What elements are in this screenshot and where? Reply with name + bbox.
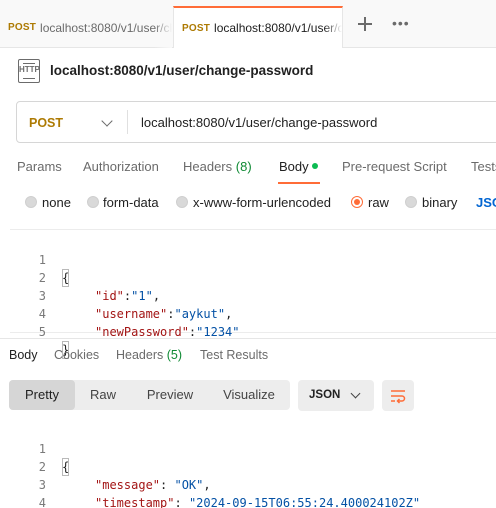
tab-authorization[interactable]: Authorization [83, 159, 159, 174]
radio-binary-label[interactable]: binary [422, 195, 457, 210]
request-tab-1[interactable]: POST localhost:8080/v1/user/change-passw… [0, 7, 172, 48]
radio-form-data[interactable] [87, 196, 99, 208]
json-value: "1234" [196, 325, 240, 339]
json-key: "timestamp" [95, 496, 175, 508]
url-input[interactable]: localhost:8080/v1/user/change-password [141, 115, 377, 130]
response-tabs: Body Cookies Headers (5) Test Results [0, 345, 496, 367]
request-tabs: Params Authorization Headers (8) Body Pr… [0, 154, 496, 184]
tab-pre-request-script[interactable]: Pre-request Script [342, 159, 447, 174]
chevron-down-icon [350, 388, 361, 399]
wrap-lines-button[interactable] [382, 380, 414, 411]
wrap-lines-icon [391, 390, 406, 404]
radio-form-data-label[interactable]: form-data [103, 195, 159, 210]
response-tab-test-results[interactable]: Test Results [200, 348, 268, 362]
tab-params[interactable]: Params [17, 159, 62, 174]
raw-format-dropdown[interactable]: JSON [476, 195, 496, 210]
code-line: 5 } [10, 305, 496, 359]
code-line: 2 "id":"1", [10, 251, 496, 303]
headers-count: (8) [235, 159, 252, 174]
request-body-editor[interactable]: 1 { 2 "id":"1", 3 "username":"aykut", 4 … [10, 229, 496, 359]
radio-raw[interactable] [351, 196, 363, 208]
http-file-icon: HTTP [18, 59, 40, 83]
green-dot-icon [311, 162, 318, 169]
ellipsis-icon[interactable]: ••• [392, 16, 410, 30]
code-line: 1 { [10, 422, 496, 476]
json-value: "2024-09-15T06:55:24.400024102Z" [188, 496, 421, 508]
line-number: 4 [38, 496, 46, 508]
view-visualize[interactable]: Visualize [209, 380, 289, 410]
view-mode-toggle: Pretty Raw Preview Visualize [9, 380, 290, 410]
view-preview[interactable]: Preview [133, 380, 207, 410]
json-key: "newPassword" [95, 325, 189, 339]
body-type-options: none form-data x-www-form-urlencoded raw… [0, 193, 496, 213]
code-line: 3 "timestamp": "2024-09-15T06:55:24.4000… [10, 458, 496, 508]
response-tab-cookies[interactable]: Cookies [54, 348, 99, 362]
code-line: 1 { [10, 233, 496, 287]
view-raw[interactable]: Raw [75, 380, 131, 410]
view-pretty[interactable]: Pretty [9, 380, 75, 410]
response-tab-body[interactable]: Body [9, 348, 38, 362]
tab-body[interactable]: Body [279, 159, 318, 174]
tab-method: POST [182, 22, 211, 34]
radio-none-label[interactable]: none [42, 195, 71, 210]
plus-icon[interactable] [355, 14, 375, 34]
code-line: 2 "message": "OK", [10, 440, 496, 492]
radio-none[interactable] [25, 196, 37, 208]
radio-urlencoded[interactable] [176, 196, 188, 208]
tab-headers[interactable]: Headers (8) [183, 159, 252, 174]
tab-url: localhost:8080/v1/user/change-password [40, 20, 172, 35]
radio-binary[interactable] [405, 196, 417, 208]
pane-divider[interactable] [0, 338, 496, 339]
response-body-viewer[interactable]: 1 { 2 "message": "OK", 3 "timestamp": "2… [10, 420, 496, 508]
method-select[interactable]: POST [29, 116, 63, 130]
chevron-down-icon[interactable] [101, 115, 113, 127]
url-bar: POST localhost:8080/v1/user/change-passw… [16, 101, 496, 143]
code-line: 4 "newPassword":"1234" [10, 287, 496, 339]
tab-tests[interactable]: Tests [471, 159, 496, 174]
active-tab-indicator [278, 182, 320, 184]
radio-raw-label[interactable]: raw [368, 195, 389, 210]
code-line: 3 "username":"aykut", [10, 269, 496, 321]
code-line: 4 } [10, 476, 496, 508]
response-tab-headers[interactable]: Headers (5) [116, 348, 182, 362]
tab-method: POST [8, 22, 37, 33]
tab-strip: POST localhost:8080/v1/user/change-passw… [0, 0, 496, 48]
response-format-label: JSON [309, 389, 341, 401]
response-headers-count: (5) [166, 348, 183, 362]
radio-urlencoded-label[interactable]: x-www-form-urlencoded [193, 195, 331, 210]
request-title[interactable]: localhost:8080/v1/user/change-password [50, 63, 313, 78]
response-format-select[interactable]: JSON [298, 380, 374, 411]
request-tab-2-active[interactable]: POST localhost:8080/v1/user/change-passw… [173, 6, 343, 48]
